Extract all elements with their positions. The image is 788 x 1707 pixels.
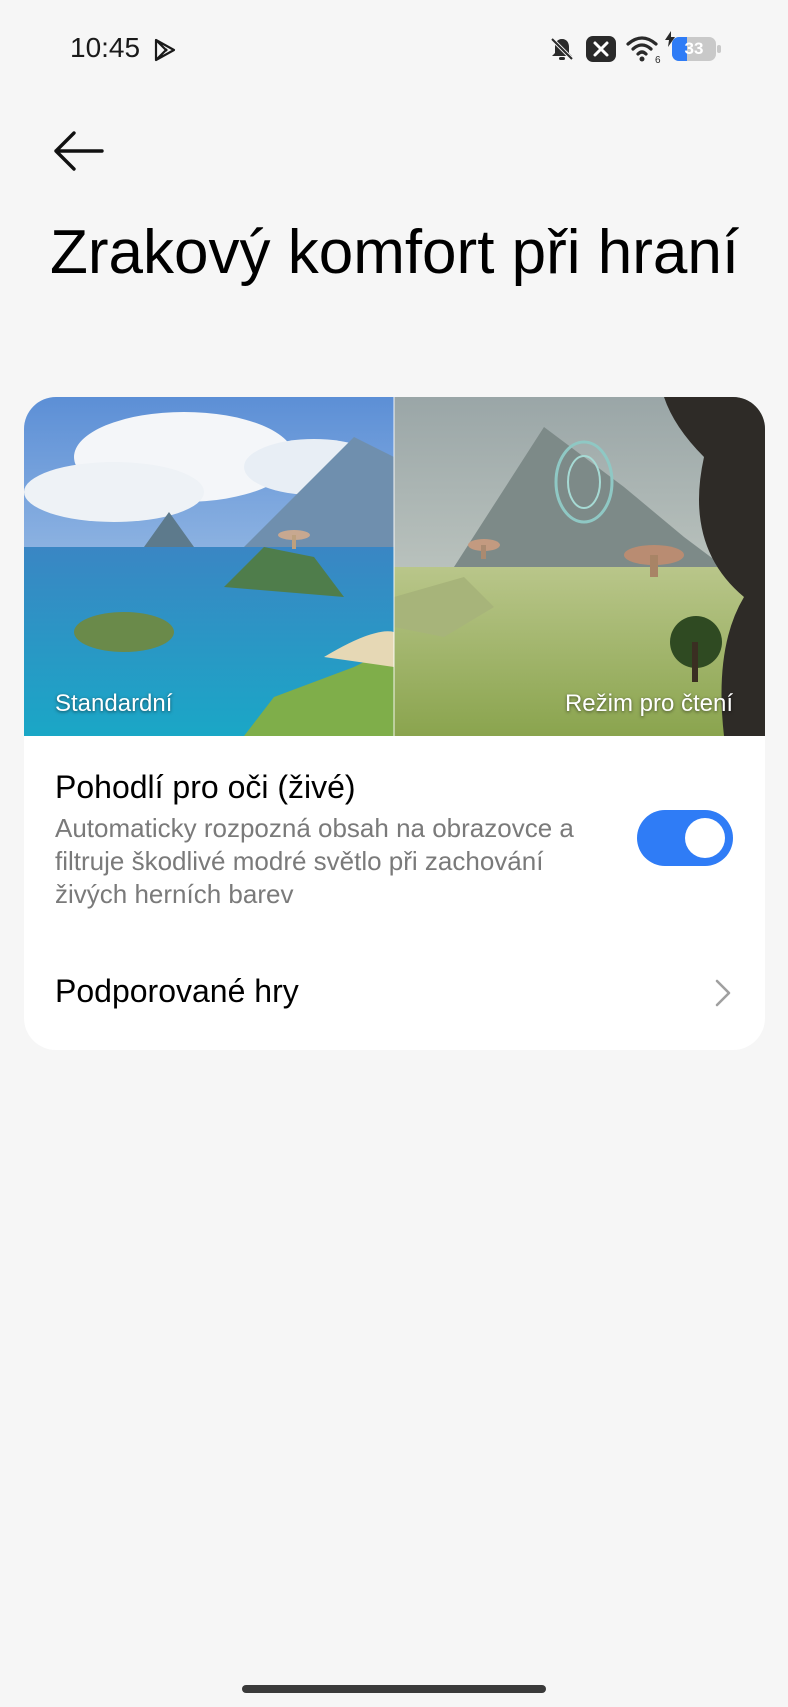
status-icons: 6 33	[548, 31, 722, 64]
battery-level: 33	[684, 39, 704, 58]
wifi-6-icon: 6	[626, 36, 661, 64]
landscape-illustration	[24, 397, 765, 736]
eye-comfort-description: Automaticky rozpozná obsah na obrazovce …	[55, 813, 574, 909]
bell-off-icon	[550, 37, 574, 61]
comparison-preview-image: Standardní Režim pro čtení	[24, 397, 765, 736]
page-title: Zrakový komfort při hraní	[50, 218, 740, 287]
wifi-badge: 6	[655, 55, 661, 64]
battery-charging-icon: 33	[665, 31, 722, 61]
status-bar: 10:45 6 33	[0, 0, 788, 100]
supported-games-row[interactable]: Podporované hry	[24, 945, 765, 1045]
supported-games-label: Podporované hry	[55, 973, 299, 1009]
play-store-icon	[154, 38, 176, 62]
toggle-knob	[685, 818, 725, 858]
settings-card: Standardní Režim pro čtení Pohodlí pro o…	[24, 397, 765, 1050]
close-box-icon	[586, 36, 616, 62]
eye-comfort-title: Pohodlí pro oči (živé)	[55, 769, 356, 805]
chevron-right-icon	[715, 979, 731, 1007]
reading-mode-label: Režim pro čtení	[564, 690, 733, 717]
home-indicator[interactable]	[242, 1685, 546, 1693]
standard-label: Standardní	[55, 690, 173, 717]
charging-bolt-icon	[665, 31, 675, 47]
eye-comfort-toggle[interactable]	[637, 810, 733, 866]
status-time: 10:45	[70, 32, 141, 63]
arrow-left-icon[interactable]	[50, 122, 108, 180]
